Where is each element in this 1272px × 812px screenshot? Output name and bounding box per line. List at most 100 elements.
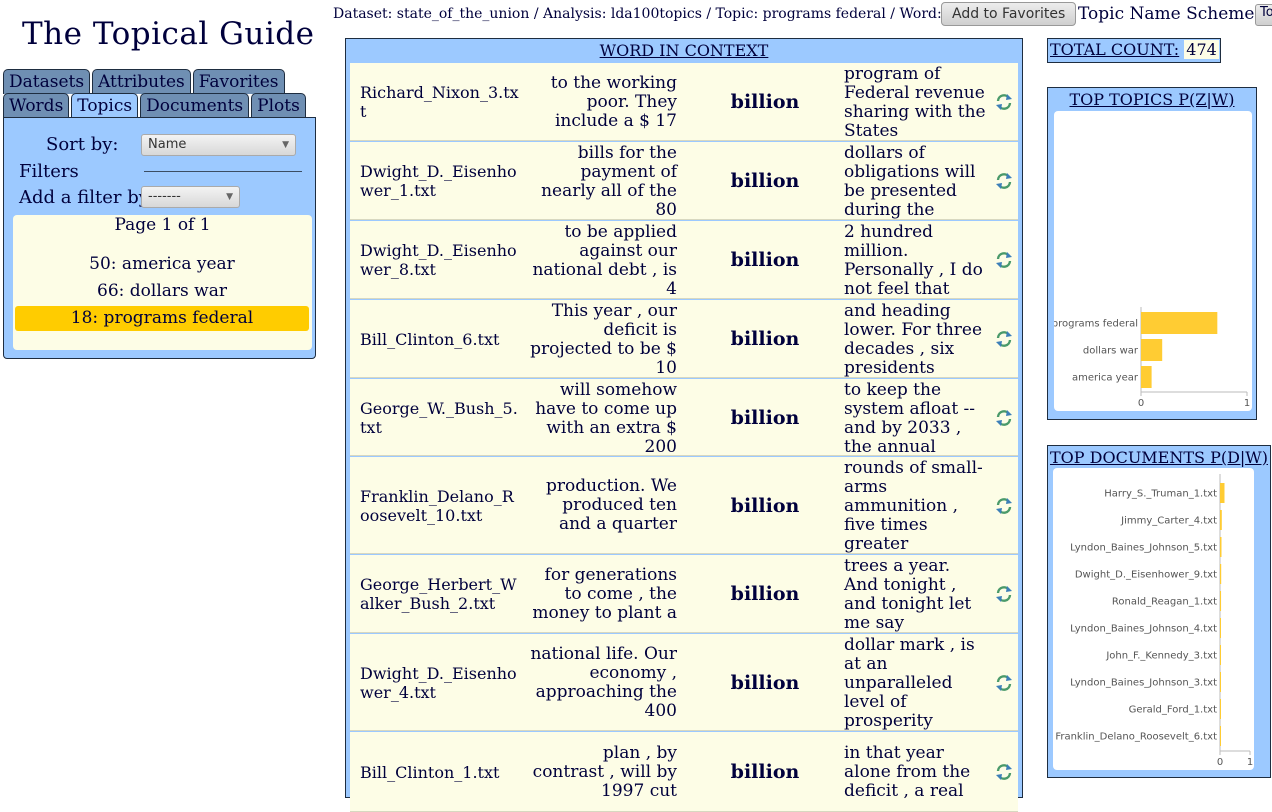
tab-words[interactable]: Words xyxy=(3,93,70,118)
bar xyxy=(1220,672,1221,692)
topic-item-selected[interactable]: 18: programs federal xyxy=(15,306,309,331)
refresh-icon[interactable] xyxy=(994,673,1014,693)
bar xyxy=(1220,618,1221,638)
category-label: dollars war xyxy=(1083,346,1139,357)
context-keyword: billion xyxy=(730,249,800,271)
refresh-icon[interactable] xyxy=(994,250,1014,270)
context-row: Bill_Clinton_1.txt plan , by contrast , w… xyxy=(350,732,1018,812)
category-label: Jimmy_Carter_4.txt xyxy=(1120,516,1217,527)
context-row: Richard_Nixon_3.txt to the working poor. … xyxy=(350,63,1018,141)
context-document-link[interactable]: George_W._Bush_5.txt xyxy=(360,399,522,437)
refresh-icon[interactable] xyxy=(994,329,1014,349)
context-keyword: billion xyxy=(730,170,800,192)
tab-favorites[interactable]: Favorites xyxy=(192,69,285,94)
category-label: Lyndon_Baines_Johnson_3.txt xyxy=(1070,678,1217,689)
refresh-icon[interactable] xyxy=(994,408,1014,428)
top-documents-panel: TOP DOCUMENTS P(D|W) Harry_S._Truman_1.t… xyxy=(1047,445,1271,778)
word-in-context-panel: WORD IN CONTEXT Richard_Nixon_3.txt to th… xyxy=(345,38,1023,812)
context-document-link[interactable]: Bill_Clinton_1.txt xyxy=(360,763,522,782)
refresh-icon[interactable] xyxy=(994,584,1014,604)
bar xyxy=(1141,339,1163,361)
bar xyxy=(1220,564,1222,584)
context-document-link[interactable]: Dwight_D._Eisenhower_1.txt xyxy=(360,162,522,200)
chevron-down-icon: ▼ xyxy=(226,192,233,202)
context-keyword: billion xyxy=(730,407,800,429)
category-label: america year xyxy=(1072,373,1139,384)
total-count: TOTAL COUNT: 474 xyxy=(1047,38,1221,63)
top-topics-title: TOP TOPICS P(Z|W) xyxy=(1069,90,1235,109)
add-filter-select-value: ------- xyxy=(148,189,181,204)
bar xyxy=(1220,537,1222,557)
context-row: Bill_Clinton_6.txt This year , our defici… xyxy=(350,300,1018,378)
context-row: George_Herbert_Walker_Bush_2.txt for gene… xyxy=(350,555,1018,633)
tab-row-2: Words Topics Documents Plots xyxy=(3,93,306,118)
sort-label: Sort by: xyxy=(46,134,119,155)
context-keyword: billion xyxy=(730,672,800,694)
category-label: Lyndon_Baines_Johnson_4.txt xyxy=(1070,624,1217,635)
context-left-text: This year , our deficit is projected to … xyxy=(530,301,677,378)
context-left-text: production. We produced ten and a quarte… xyxy=(545,476,677,534)
context-right-text: rounds of small-arms ammunition , five t… xyxy=(844,458,983,554)
top-topics-panel: TOP TOPICS P(Z|W) programs federal dollar… xyxy=(1047,87,1257,420)
context-right-text: in that year alone from the deficit , a … xyxy=(844,743,971,801)
category-label: Franklin_Delano_Roosevelt_6.txt xyxy=(1055,732,1217,743)
context-document-link[interactable]: Dwight_D._Eisenhower_4.txt xyxy=(360,664,522,702)
context-right-text: to keep the system afloat -- and by 2033… xyxy=(844,380,976,457)
category-label: John_F._Kennedy_3.txt xyxy=(1105,651,1217,662)
tab-topics[interactable]: Topics xyxy=(71,93,139,118)
context-left-text: to the working poor. They include a $ 17 xyxy=(550,73,677,131)
bar xyxy=(1220,699,1221,719)
x-tick-label: 1 xyxy=(1244,398,1250,409)
tab-datasets[interactable]: Datasets xyxy=(3,69,91,94)
topic-item[interactable]: 50: america year xyxy=(15,252,309,277)
breadcrumb: Dataset: state_of_the_union / Analysis: … xyxy=(333,6,991,22)
context-left-text: national life. Our economy , approaching… xyxy=(530,644,677,721)
context-document-link[interactable]: Richard_Nixon_3.txt xyxy=(360,83,522,121)
context-left-text: to be applied against our national debt … xyxy=(532,222,677,299)
context-keyword: billion xyxy=(730,328,800,350)
category-label: Dwight_D._Eisenhower_9.txt xyxy=(1075,570,1217,581)
context-right-text: dollars of obligations will be presented… xyxy=(844,143,976,220)
topic-name-scheme-select[interactable]: To xyxy=(1255,4,1272,26)
top-topics-chart: programs federal dollars war america year 0… xyxy=(1052,307,1250,409)
sort-select[interactable]: Name ▼ xyxy=(141,134,296,156)
bar xyxy=(1220,483,1225,503)
add-filter-select[interactable]: ------- ▼ xyxy=(141,186,240,208)
tab-attributes[interactable]: Attributes xyxy=(92,69,191,94)
x-tick-label: 0 xyxy=(1217,757,1223,768)
context-document-link[interactable]: George_Herbert_Walker_Bush_2.txt xyxy=(360,575,522,613)
refresh-icon[interactable] xyxy=(994,92,1014,112)
tab-plots[interactable]: Plots xyxy=(251,93,306,118)
context-document-link[interactable]: Franklin_Delano_Roosevelt_10.txt xyxy=(360,487,522,525)
context-document-link[interactable]: Bill_Clinton_6.txt xyxy=(360,330,522,349)
category-label: programs federal xyxy=(1054,319,1138,330)
topic-item[interactable]: 66: dollars war xyxy=(15,279,309,304)
top-documents-chart: Harry_S._Truman_1.txt Jimmy_Carter_4.txt L… xyxy=(1055,474,1253,768)
context-row: Dwight_D._Eisenhower_8.txt to be applied … xyxy=(350,221,1018,299)
category-label: Lyndon_Baines_Johnson_5.txt xyxy=(1070,543,1217,554)
context-row: Dwight_D._Eisenhower_1.txt bills for the … xyxy=(350,142,1018,220)
bar xyxy=(1220,510,1222,530)
bar xyxy=(1141,312,1218,334)
context-keyword: billion xyxy=(730,91,800,113)
refresh-icon[interactable] xyxy=(994,762,1014,782)
context-document-link[interactable]: Dwight_D._Eisenhower_8.txt xyxy=(360,241,522,279)
sort-select-value: Name xyxy=(148,137,187,152)
top-documents-title: TOP DOCUMENTS P(D|W) xyxy=(1049,448,1268,467)
x-tick-label: 1 xyxy=(1247,757,1253,768)
refresh-icon[interactable] xyxy=(994,171,1014,191)
top-documents-chart-area: Harry_S._Truman_1.txt Jimmy_Carter_4.txt L… xyxy=(1053,468,1254,770)
refresh-icon[interactable] xyxy=(994,496,1014,516)
bar xyxy=(1220,645,1221,665)
total-count-label: TOTAL COUNT: xyxy=(1050,40,1180,59)
chevron-down-icon: ▼ xyxy=(282,140,289,150)
category-label: Gerald_Ford_1.txt xyxy=(1129,705,1217,716)
x-tick-label: 0 xyxy=(1138,398,1144,409)
add-filter-label: Add a filter by xyxy=(19,187,149,208)
tab-row-1: Datasets Attributes Favorites xyxy=(3,69,285,94)
add-to-favorites-button[interactable]: Add to Favorites xyxy=(941,2,1077,26)
bar xyxy=(1141,366,1152,388)
bar xyxy=(1220,726,1221,746)
filters-label: Filters xyxy=(19,161,79,182)
tab-documents[interactable]: Documents xyxy=(140,93,250,118)
